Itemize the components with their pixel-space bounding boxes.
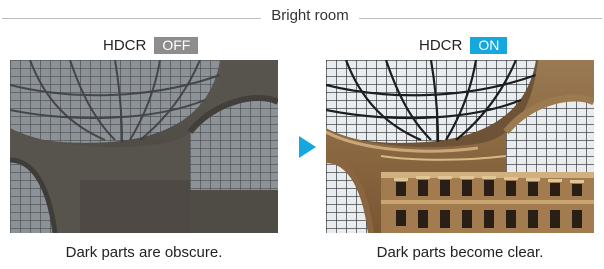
gallery-photo-dark [10, 60, 278, 233]
off-badge: OFF [154, 36, 199, 54]
hdcr-off-label: HDCR OFF [103, 36, 199, 54]
play-arrow-icon [299, 136, 316, 158]
hdcr-label: HDCR [419, 36, 463, 54]
hdcr-on-label: HDCR ON [419, 36, 508, 54]
header-divider-left [2, 18, 261, 19]
hdcr-on-photo [326, 60, 594, 233]
caption-off: Dark parts are obscure. [65, 244, 223, 261]
caption-on: Dark parts become clear. [376, 244, 544, 261]
on-badge: ON [470, 36, 508, 54]
hdcr-off-photo [10, 60, 278, 233]
section-title: Bright room [271, 7, 349, 24]
header-divider-right [359, 18, 602, 19]
gallery-photo-clear [326, 60, 594, 233]
hdcr-label: HDCR [103, 36, 147, 54]
